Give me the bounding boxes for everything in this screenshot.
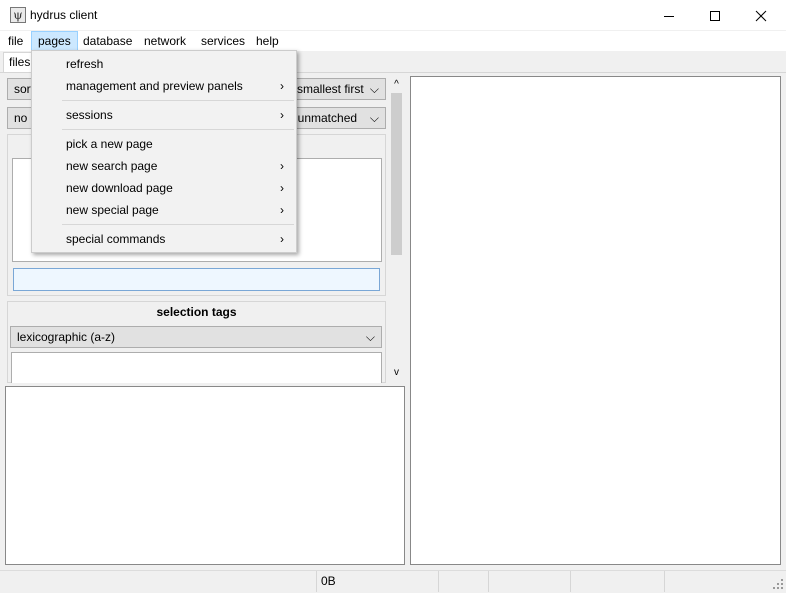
chevron-down-icon: ⌵: [369, 82, 379, 96]
sort-order-combo[interactable]: smallest first ⌵: [290, 78, 386, 100]
status-cell-3: [438, 571, 488, 592]
menu-item-pick-a-new-page[interactable]: pick a new page: [32, 134, 296, 154]
close-icon: [755, 10, 767, 21]
collect-match-combo[interactable]: t unmatched ⌵: [286, 107, 386, 129]
search-input[interactable]: [13, 268, 380, 291]
menu-item-sessions[interactable]: sessions ›: [32, 105, 296, 125]
menu-item-new-search-page[interactable]: new search page ›: [32, 156, 296, 176]
menu-item-label: new special page: [66, 203, 159, 217]
scrollbar-thumb[interactable]: [391, 93, 402, 255]
chevron-down-icon: ⌵: [369, 111, 379, 125]
status-cell-6: [664, 571, 772, 592]
menu-item-label: management and preview panels: [66, 79, 243, 93]
window-title: hydrus client: [30, 8, 98, 22]
selection-tags-title: selection tags: [156, 305, 237, 319]
chevron-down-icon: ⌵: [365, 330, 375, 344]
menu-item-label: new search page: [66, 159, 158, 173]
menu-network[interactable]: network: [138, 31, 192, 51]
scroll-up-icon[interactable]: ^: [390, 78, 403, 92]
menu-item-label: new download page: [66, 181, 173, 195]
menu-separator: [62, 224, 294, 225]
menu-item-label: sessions: [66, 108, 113, 122]
menu-help[interactable]: help: [250, 31, 285, 51]
menu-item-label: refresh: [66, 57, 104, 71]
menu-separator: [62, 100, 294, 101]
submenu-arrow-icon: ›: [280, 203, 284, 217]
menu-pages[interactable]: pages: [31, 31, 78, 51]
maximize-button[interactable]: [692, 0, 738, 31]
resize-grip-icon[interactable]: [772, 578, 784, 590]
status-cell-4: [488, 571, 570, 592]
preview-panel[interactable]: [5, 386, 405, 565]
pages-menu-dropdown: refresh management and preview panels › …: [31, 50, 297, 253]
close-button[interactable]: [738, 0, 784, 31]
submenu-arrow-icon: ›: [280, 159, 284, 173]
scroll-down-icon[interactable]: v: [390, 366, 403, 380]
menu-separator: [62, 129, 294, 130]
status-cell-5: [570, 571, 664, 592]
selection-tags-list[interactable]: [11, 352, 382, 383]
hydrus-app-icon: ψ: [10, 7, 26, 23]
menu-item-label: special commands: [66, 232, 166, 246]
menu-file[interactable]: file: [2, 31, 29, 51]
submenu-arrow-icon: ›: [280, 232, 284, 246]
collect-match-label: t unmatched: [291, 111, 358, 125]
maximize-icon: [710, 10, 720, 21]
status-cell-main: [0, 571, 316, 592]
collect-label: no: [14, 111, 28, 125]
minimize-icon: [664, 15, 674, 17]
tag-sort-combo[interactable]: lexicographic (a-z) ⌵: [10, 326, 382, 348]
menu-item-refresh[interactable]: refresh: [32, 54, 296, 74]
status-cell-size: 0B: [316, 571, 438, 592]
thumbnail-grid[interactable]: [410, 76, 781, 565]
sort-order-label: smallest first: [297, 82, 364, 96]
menu-item-new-special-page[interactable]: new special page ›: [32, 200, 296, 220]
menu-database[interactable]: database: [77, 31, 138, 51]
menu-item-new-download-page[interactable]: new download page ›: [32, 178, 296, 198]
submenu-arrow-icon: ›: [280, 181, 284, 195]
menu-item-special-commands[interactable]: special commands ›: [32, 229, 296, 249]
submenu-arrow-icon: ›: [280, 79, 284, 93]
minimize-button[interactable]: [646, 0, 692, 31]
submenu-arrow-icon: ›: [280, 108, 284, 122]
menu-item-management-and-preview-panels[interactable]: management and preview panels ›: [32, 76, 296, 96]
tag-sort-label: lexicographic (a-z): [17, 330, 116, 344]
menu-item-label: pick a new page: [66, 137, 153, 151]
menu-services[interactable]: services: [195, 31, 251, 51]
